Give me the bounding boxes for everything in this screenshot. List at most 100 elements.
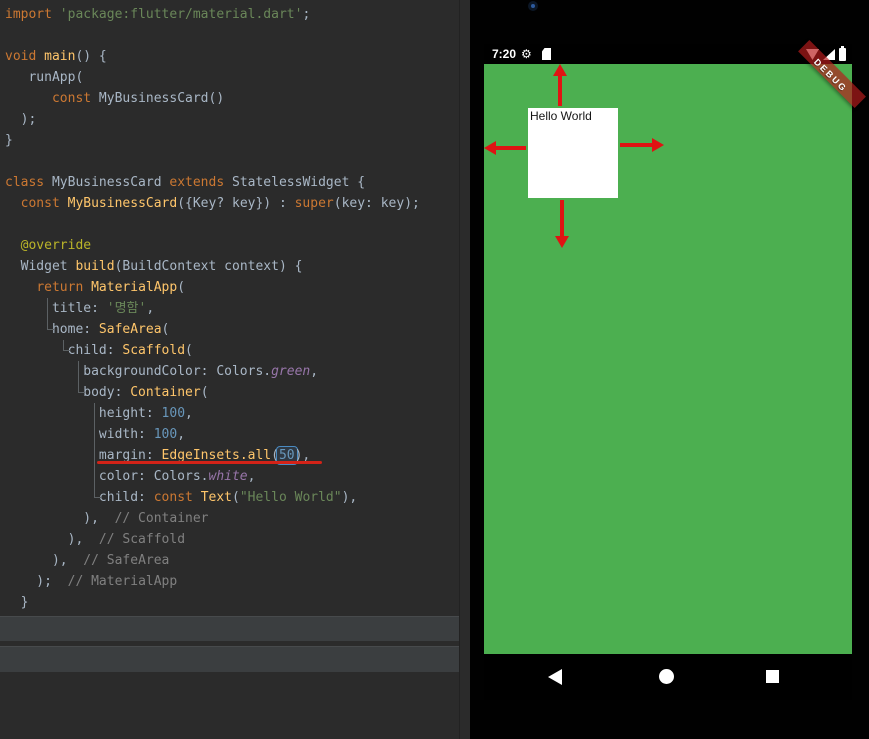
code-line[interactable]: @override <box>5 235 420 256</box>
device-screen: 7:20 ⚙ Hello World DEBUG <box>484 40 866 700</box>
status-time: 7:20 <box>492 47 517 61</box>
code-token: ; <box>302 7 311 22</box>
code-token: return <box>36 280 84 295</box>
code-token: green <box>271 364 311 379</box>
code-token: ), <box>5 511 115 526</box>
code-area[interactable]: import 'package:flutter/material.dart'; … <box>5 4 420 613</box>
code-token: 'package:flutter/material.dart' <box>59 7 303 22</box>
code-line[interactable]: const MyBusinessCard({Key? key}) : super… <box>5 193 420 214</box>
navigation-bar <box>484 654 852 700</box>
code-token: ( <box>200 385 209 400</box>
flutter-ui-guide-materialapp <box>47 298 54 330</box>
code-token: height: <box>5 406 162 421</box>
code-line[interactable] <box>5 151 420 172</box>
code-token: const <box>20 196 60 211</box>
flutter-ui-guide-safearea <box>63 340 70 351</box>
code-line[interactable]: body: Container( <box>5 382 420 403</box>
code-token: ( <box>185 343 193 358</box>
code-token: MyBusinessCard <box>67 196 178 211</box>
code-token: body: <box>5 385 131 400</box>
collapsed-panel-bar[interactable] <box>0 616 459 641</box>
code-token: import <box>5 7 60 22</box>
code-line[interactable]: home: SafeArea( <box>5 319 420 340</box>
flutter-ui-guide-scaffold <box>78 361 85 393</box>
code-line[interactable]: ); <box>5 109 420 130</box>
code-token: child: <box>5 490 154 505</box>
code-line[interactable]: const MyBusinessCard() <box>5 88 420 109</box>
code-line[interactable]: import 'package:flutter/material.dart'; <box>5 4 420 25</box>
code-line[interactable]: width: 100, <box>5 424 420 445</box>
code-token: , <box>185 406 193 421</box>
code-line[interactable]: void main() { <box>5 46 420 67</box>
code-line[interactable]: height: 100, <box>5 403 420 424</box>
code-line[interactable]: child: const Text("Hello World"), <box>5 487 420 508</box>
code-token: SafeArea <box>98 322 162 337</box>
back-button[interactable] <box>546 662 576 692</box>
code-line[interactable]: class MyBusinessCard extends StatelessWi… <box>5 172 420 193</box>
home-circle-icon <box>659 669 674 684</box>
flutter-ui-guide-container <box>94 403 101 498</box>
front-camera-icon <box>528 1 538 11</box>
code-line[interactable]: runApp( <box>5 67 420 88</box>
code-token: Text <box>200 490 232 505</box>
gear-icon: ⚙ <box>521 47 532 61</box>
code-token: runApp( <box>5 70 84 85</box>
code-token: , <box>177 427 186 442</box>
code-token: 100 <box>161 406 186 421</box>
code-token: (BuildContext context) { <box>114 259 303 274</box>
code-token: MaterialApp <box>91 280 178 295</box>
code-token: // Container <box>114 511 209 526</box>
code-line[interactable]: title: '명함', <box>5 298 420 319</box>
code-token: ); <box>5 574 68 589</box>
code-line[interactable]: } <box>5 592 420 613</box>
code-token: ), <box>5 532 99 547</box>
code-line[interactable] <box>5 214 420 235</box>
code-token: '명함' <box>106 301 147 316</box>
emulator-pane: 7:20 ⚙ Hello World DEBUG <box>470 0 869 739</box>
status-bar: 7:20 ⚙ <box>484 44 852 64</box>
code-token: color: Colors. <box>5 469 209 484</box>
code-token: width: <box>5 427 154 442</box>
code-token: const <box>153 490 193 505</box>
code-line[interactable]: return MaterialApp( <box>5 277 420 298</box>
code-line[interactable]: } <box>5 130 420 151</box>
code-line[interactable] <box>5 25 420 46</box>
code-token: super <box>294 196 334 211</box>
collapsed-panel-bar[interactable] <box>0 646 459 672</box>
code-token: , <box>146 301 155 316</box>
back-triangle-icon <box>548 669 562 685</box>
code-token: // Scaffold <box>98 532 186 547</box>
code-token: "Hello World" <box>239 490 342 505</box>
code-token: void <box>5 49 45 64</box>
code-line[interactable]: ), // SafeArea <box>5 550 420 571</box>
code-token: class <box>5 175 45 190</box>
code-token: } <box>5 595 29 610</box>
code-token: white <box>208 469 248 484</box>
code-token: 100 <box>153 427 178 442</box>
code-line[interactable]: ), // Scaffold <box>5 529 420 550</box>
editor-pane: import 'package:flutter/material.dart'; … <box>0 0 459 739</box>
code-token: const <box>51 91 92 106</box>
app-screen: Hello World <box>484 64 852 654</box>
code-line[interactable]: Widget build(BuildContext context) { <box>5 256 420 277</box>
code-token: ( <box>232 490 240 505</box>
code-line[interactable]: ), // Container <box>5 508 420 529</box>
code-token: Scaffold <box>122 343 186 358</box>
code-token: extends <box>169 175 225 190</box>
code-line[interactable]: ); // MaterialApp <box>5 571 420 592</box>
home-button[interactable] <box>652 662 682 692</box>
code-line[interactable]: backgroundColor: Colors.green, <box>5 361 420 382</box>
hello-world-text: Hello World <box>530 109 592 123</box>
recents-button[interactable] <box>758 662 788 692</box>
code-token: backgroundColor: Colors. <box>5 364 272 379</box>
code-token: (key: key); <box>333 196 420 211</box>
code-line[interactable]: color: Colors.white, <box>5 466 420 487</box>
code-token: @override <box>20 238 92 253</box>
code-token: main <box>44 49 76 64</box>
code-token: ( <box>177 280 186 295</box>
code-token: // SafeArea <box>83 553 170 568</box>
